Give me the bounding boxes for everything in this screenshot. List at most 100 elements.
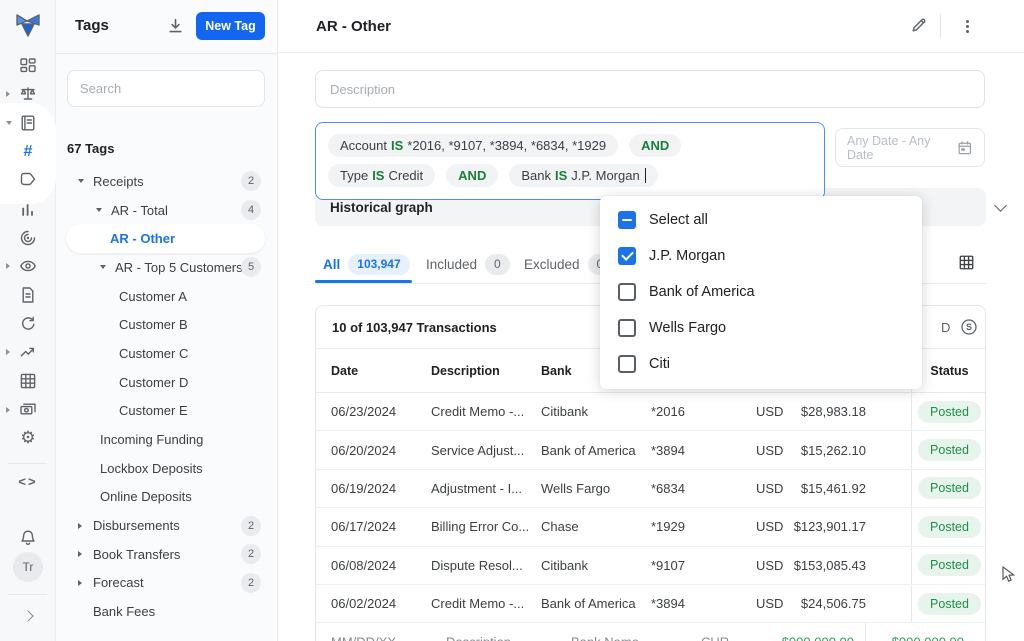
tag-tree-item-customer-e[interactable]: Customer E (56, 397, 277, 426)
cell-description: Adjustment - I... (431, 481, 541, 496)
sidebar-icon-reports[interactable] (0, 286, 56, 304)
dropdown-option-wells-fargo[interactable]: Wells Fargo (600, 310, 922, 346)
header-bottom-divider (278, 52, 1024, 53)
sidebar-icon-tag-manager[interactable] (0, 172, 56, 190)
sidebar-rail: # (0, 0, 56, 641)
cell-account: *3894 (651, 443, 756, 458)
table-grid-icon (19, 372, 37, 390)
column-header-status: Status (911, 349, 986, 392)
cell-description: Billing Error Co... (431, 519, 541, 534)
cell-description: Credit Memo -... (431, 404, 541, 419)
sidebar-icon-developer[interactable]: <> (0, 473, 56, 491)
tag-tree-item-customer-c[interactable]: Customer C (56, 339, 277, 368)
dropdown-option-jp-morgan[interactable]: J.P. Morgan (600, 238, 922, 274)
sidebar-icon-notifications[interactable] (0, 529, 56, 547)
tree-chevron-icon[interactable] (78, 551, 82, 557)
tab-excluded[interactable]: Excluded 0 (524, 248, 612, 280)
sidebar-icon-data-table[interactable] (0, 372, 56, 390)
tree-chevron-icon[interactable] (100, 265, 106, 269)
tag-tree-item-customer-a[interactable]: Customer A (56, 282, 277, 311)
sidebar-icon-radar[interactable] (0, 229, 56, 247)
filter-connector-and[interactable]: AND (629, 134, 681, 157)
tree-chevron-icon[interactable] (78, 580, 82, 586)
sidebar-icon-balances[interactable] (0, 85, 56, 103)
chevron-down-icon[interactable] (994, 199, 1007, 212)
dropdown-option-citi[interactable]: Citi (600, 346, 922, 382)
rule-builder-input[interactable]: Account IS *2016, *9107, *3894, *6834, *… (315, 122, 825, 200)
tag-icon (19, 172, 37, 190)
transaction-row[interactable]: 06/19/2024 Adjustment - I... Wells Fargo… (316, 470, 985, 508)
sidebar-icon-visibility[interactable] (0, 257, 56, 275)
sidebar-icon-settings[interactable]: ⚙ (0, 429, 56, 447)
tag-tree-item-forecast[interactable]: Forecast 2 (56, 569, 277, 598)
tag-tree-item-customer-b[interactable]: Customer B (56, 310, 277, 339)
cell-status: Posted (911, 470, 986, 507)
tree-chevron-icon[interactable] (96, 208, 102, 212)
kebab-icon (966, 20, 969, 23)
token-field: Type (340, 168, 368, 183)
tag-label: Online Deposits (100, 489, 192, 504)
filter-token-type[interactable]: Type IS Credit (328, 164, 435, 187)
date-range-picker[interactable]: Any Date - Any Date (835, 128, 985, 167)
download-tags-button[interactable] (166, 17, 185, 41)
tag-tree-item-customer-d[interactable]: Customer D (56, 368, 277, 397)
expand-rail-chevron-icon[interactable] (22, 610, 33, 621)
checkbox-icon[interactable] (618, 355, 636, 373)
cell-status: Posted (911, 547, 986, 584)
cell-currency: USD (756, 404, 786, 419)
tab-included[interactable]: Included 0 (426, 248, 510, 280)
transaction-row[interactable]: 06/20/2024 Service Adjust... Bank of Ame… (316, 431, 985, 469)
transaction-row[interactable]: 06/23/2024 Credit Memo -... Citibank *20… (316, 393, 985, 431)
document-icon (19, 286, 37, 304)
tab-all[interactable]: All 103,947 (323, 248, 410, 280)
tag-tree-item-book-transfers[interactable]: Book Transfers 2 (56, 540, 277, 569)
tag-tree-item-incoming-funding[interactable]: Incoming Funding (56, 425, 277, 454)
dropdown-option-bank-of-america[interactable]: Bank of America (600, 274, 922, 310)
more-options-button[interactable] (962, 18, 973, 35)
tag-tree-item-online-deposits[interactable]: Online Deposits (56, 483, 277, 512)
checkbox-indeterminate-icon[interactable] (618, 211, 636, 229)
sidebar-icon-ledger[interactable] (0, 114, 56, 132)
dropdown-option-select-all[interactable]: Select all (600, 202, 922, 238)
status-badge: Posted (918, 554, 981, 576)
tag-tree-item-lockbox-deposits[interactable]: Lockbox Deposits (56, 454, 277, 483)
tag-tree-item-bank-fees[interactable]: Bank Fees (56, 597, 277, 626)
currency-toggle-button[interactable]: S (960, 318, 978, 341)
cell-status: Posted (911, 585, 986, 622)
table-view-toggle[interactable] (958, 254, 975, 276)
cell-description: Dispute Resol... (431, 558, 541, 573)
sidebar-icon-sync[interactable] (0, 315, 56, 333)
description-input[interactable] (315, 70, 985, 108)
filter-token-bank[interactable]: Bank IS J.P. Morgan (509, 164, 658, 187)
tag-tree-item-receipts[interactable]: Receipts 2 (56, 167, 277, 196)
cell-date: 06/23/2024 (331, 404, 431, 419)
transaction-row[interactable]: 06/02/2024 Credit Memo -... Bank of Amer… (316, 585, 985, 623)
tree-chevron-icon[interactable] (78, 179, 84, 183)
checkbox-checked-icon[interactable] (618, 247, 636, 265)
checkbox-icon[interactable] (618, 283, 636, 301)
search-input[interactable] (67, 70, 265, 107)
transaction-row[interactable]: 06/08/2024 Dispute Resol... Citibank *91… (316, 547, 985, 585)
tag-tree-item-disbursements[interactable]: Disbursements 2 (56, 511, 277, 540)
cell-description: Service Adjust... (431, 443, 541, 458)
edit-tag-button[interactable] (910, 16, 928, 39)
checkbox-icon[interactable] (618, 319, 636, 337)
sidebar-icon-dashboard[interactable] (0, 57, 56, 75)
tag-tree-item-ar-other[interactable]: AR - Other (56, 224, 277, 253)
filter-connector-and[interactable]: AND (446, 164, 498, 187)
sidebar-icon-analytics[interactable] (0, 201, 56, 219)
column-header-description: Description (431, 364, 541, 378)
app-logo[interactable] (0, 12, 56, 38)
sidebar-icon-forecast-trend[interactable] (0, 343, 56, 361)
sidebar-icon-tags-active[interactable]: # (0, 143, 56, 161)
filter-token-account[interactable]: Account IS *2016, *9107, *3894, *6834, *… (328, 134, 618, 157)
transaction-row[interactable]: 06/17/2024 Billing Error Co... Chase *19… (316, 508, 985, 546)
user-avatar[interactable]: Tr (13, 552, 43, 582)
cell-status: Posted (911, 431, 986, 468)
tag-label: Customer D (119, 375, 188, 390)
sidebar-icon-payments[interactable] (0, 401, 56, 419)
tree-chevron-icon[interactable] (78, 523, 82, 529)
tag-tree-item-ar-top5[interactable]: AR - Top 5 Customers 5 (56, 253, 277, 282)
new-tag-button[interactable]: New Tag (196, 12, 265, 40)
tag-tree-item-ar-total[interactable]: AR - Total 4 (56, 196, 277, 225)
